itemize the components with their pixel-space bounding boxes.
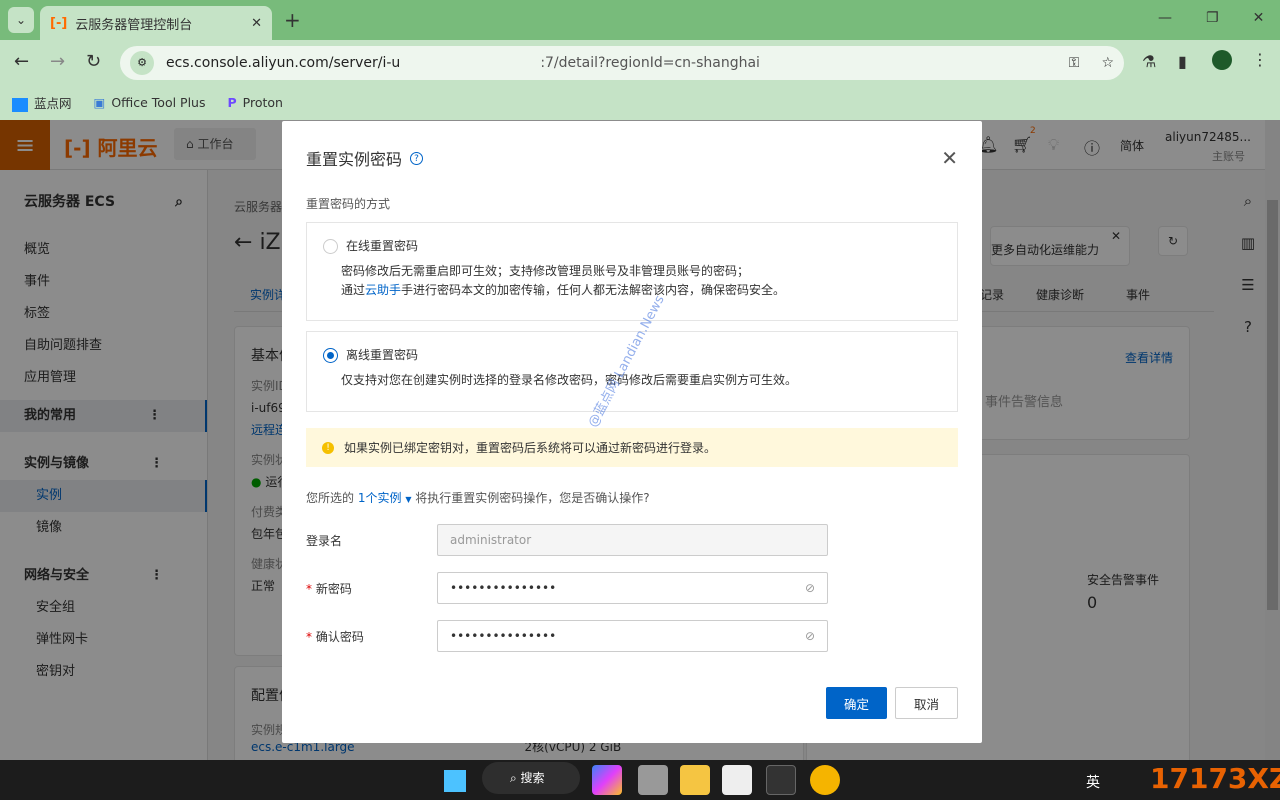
login-name-field: administrator [437, 524, 828, 556]
labs-icon[interactable]: ⚗ [1142, 52, 1156, 71]
bookmark-star-icon[interactable]: ☆ [1101, 55, 1114, 71]
close-dialog-icon[interactable]: ✕ [941, 146, 958, 170]
tab-title: 云服务器管理控制台 [75, 17, 193, 33]
cloud-assistant-link[interactable]: 云助手 [365, 283, 401, 297]
site-info-icon[interactable]: ⚙ [130, 51, 154, 75]
menu-icon[interactable]: ⋮ [1252, 50, 1268, 69]
minimize-icon[interactable]: — [1158, 10, 1172, 26]
ime-indicator[interactable]: 英 [1086, 772, 1100, 792]
eye-off-icon[interactable]: ⊘ [805, 629, 815, 643]
file-explorer-icon[interactable] [680, 765, 710, 795]
task-view-icon[interactable] [638, 765, 668, 795]
back-icon[interactable]: ← [14, 51, 29, 72]
restore-icon[interactable]: ❐ [1206, 10, 1219, 26]
taskbar: ⌕ 搜索 英 17173XZ [0, 760, 1280, 800]
site-watermark-logo: 17173XZ [1150, 762, 1280, 795]
close-tab-icon[interactable]: ✕ [251, 16, 262, 31]
bookmark-landian[interactable]: 蓝点网 [12, 93, 72, 112]
sidepanel-icon[interactable]: ▮ [1178, 52, 1187, 71]
cancel-button[interactable]: 取消 [894, 687, 958, 719]
url-text: ecs.console.aliyun.com/server/i-u [166, 55, 401, 71]
copilot-icon[interactable] [592, 765, 622, 795]
office-icon: ▣ [93, 95, 106, 110]
taskbar-search[interactable]: ⌕ 搜索 [482, 762, 580, 794]
address-bar[interactable]: ⚙ ecs.console.aliyun.com/server/i-u :7/d… [120, 46, 1124, 80]
confirm-button[interactable]: 确定 [825, 687, 887, 719]
radio-online[interactable] [323, 239, 338, 254]
browser-tab[interactable]: [-] 云服务器管理控制台 ✕ [40, 6, 272, 40]
ms-store-icon[interactable] [722, 765, 752, 795]
windows-start-icon[interactable] [444, 770, 466, 792]
close-window-icon[interactable]: ✕ [1253, 10, 1265, 26]
profile-avatar[interactable] [1212, 50, 1232, 70]
instance-count-dropdown[interactable]: 1个实例 [358, 491, 402, 505]
landian-icon [12, 97, 28, 112]
reload-icon[interactable]: ↻ [86, 51, 101, 72]
reset-password-dialog: 重置实例密码 ? ✕ 重置密码的方式 在线重置密码 密码修改后无需重启即可生效；… [282, 121, 982, 743]
chrome-canary-icon[interactable] [810, 765, 840, 795]
bookmark-office-tool-plus[interactable]: ▣ Office Tool Plus [94, 95, 206, 110]
radio-offline[interactable] [323, 348, 338, 363]
option-online-reset[interactable]: 在线重置密码 密码修改后无需重启即可生效；支持修改管理员账号及非管理员账号的密码… [306, 222, 958, 321]
help-icon[interactable]: ? [410, 151, 424, 165]
bookmark-proton[interactable]: P Proton [228, 95, 283, 110]
confirm-text: 您所选的 1个实例 ▼ 将执行重置实例密码操作，您是否确认操作? [306, 491, 650, 505]
confirm-password-input[interactable]: ••••••••••••••• ⊘ [437, 620, 828, 652]
password-key-icon[interactable]: ⚿ [1069, 55, 1080, 71]
new-password-input[interactable]: ••••••••••••••• ⊘ [437, 572, 828, 604]
tab-search-button[interactable]: ⌄ [8, 7, 34, 33]
new-tab-button[interactable]: + [284, 8, 301, 32]
eye-off-icon[interactable]: ⊘ [805, 581, 815, 595]
proton-icon: P [227, 95, 237, 110]
warning-icon: ! [322, 441, 334, 454]
warning-banner: ! 如果实例已绑定密钥对，重置密码后系统将可以通过新密码进行登录。 [306, 428, 958, 467]
section-label: 重置密码的方式 [306, 197, 391, 211]
browser-tab-bar: ⌄ [-] 云服务器管理控制台 ✕ + — ❐ ✕ [0, 0, 1280, 40]
bookmarks-bar: 蓝点网 ▣ Office Tool Plus P Proton [0, 85, 1280, 120]
aliyun-favicon-icon: [-] [50, 15, 68, 31]
dialog-title: 重置实例密码 [306, 150, 403, 169]
url-text-tail: :7/detail?regionId=cn-shanghai [540, 55, 760, 71]
forward-icon[interactable]: → [50, 51, 65, 72]
terminal-icon[interactable] [766, 765, 796, 795]
